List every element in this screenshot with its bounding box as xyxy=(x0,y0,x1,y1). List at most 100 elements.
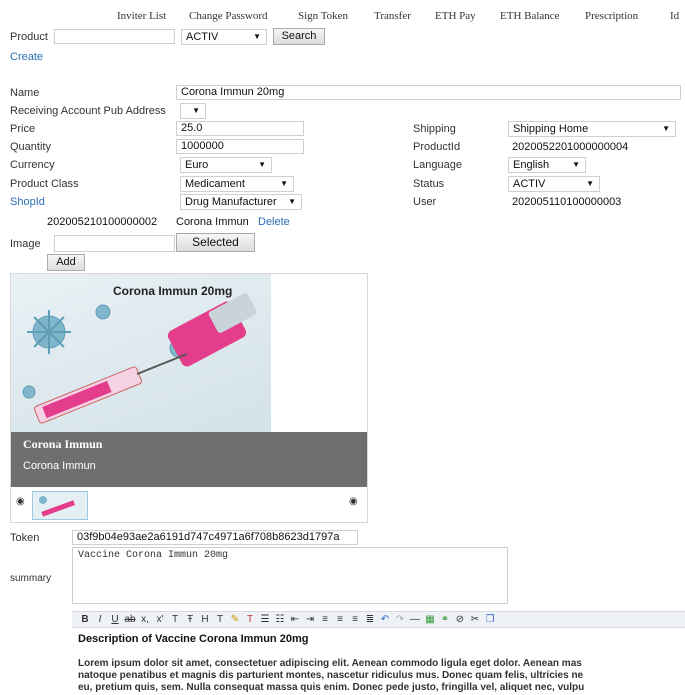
chevron-down-icon: ▼ xyxy=(253,32,261,41)
align-left-icon[interactable]: ≡ xyxy=(318,612,332,627)
caption-title: Corona Immun xyxy=(23,437,103,451)
summary-textarea[interactable]: Vaccine Corona Immun 20mg xyxy=(72,547,508,604)
image-label: Image xyxy=(10,238,41,250)
nav-sign-token[interactable]: Sign Token xyxy=(298,10,348,22)
product-search-label: Product xyxy=(10,31,48,43)
chevron-down-icon: ▼ xyxy=(258,160,266,169)
receiving-address-select[interactable]: ▼ xyxy=(180,103,206,119)
language-label: Language xyxy=(413,159,462,171)
currency-select[interactable]: Euro ▼ xyxy=(180,157,272,173)
nav-eth-pay[interactable]: ETH Pay xyxy=(435,10,476,22)
editor-toolbar: B I Uab x, x' T Ŧ H T ✎ T ☰ ☷ ⇤ ⇥ ≡ ≡ ≡ ≣ ↶ ↷ — ▦ ⚭ ⊘ ✂ ❐ xyxy=(72,611,685,628)
font-family-icon[interactable]: Ŧ xyxy=(183,612,197,627)
user-label: User xyxy=(413,196,437,208)
productid-value: 2020052201000000004 xyxy=(512,141,629,153)
shipping-value: Shipping Home xyxy=(513,123,589,135)
table-icon[interactable]: ▦ xyxy=(423,612,437,627)
chevron-down-icon: ▼ xyxy=(572,160,580,169)
product-image-title: Corona Immun 20mg xyxy=(113,284,233,298)
image-slider: Corona Immun 20mg Corona Immun Corona Im… xyxy=(10,273,368,523)
unlink-icon[interactable]: ⊘ xyxy=(453,612,467,627)
product-search-input[interactable] xyxy=(54,29,175,44)
status-select[interactable]: ACTIV ▼ xyxy=(508,176,600,192)
bullet-list-icon[interactable]: ☰ xyxy=(258,612,272,627)
shopid-link[interactable]: ShopId xyxy=(10,196,45,208)
nav-change-password[interactable]: Change Password xyxy=(189,10,268,22)
superscript-icon[interactable]: x' xyxy=(153,612,167,627)
outdent-icon[interactable]: ⇤ xyxy=(288,612,302,627)
horizontal-rule-icon[interactable]: — xyxy=(408,612,422,627)
product-class-value: Medicament xyxy=(185,178,245,190)
subscript-icon[interactable]: x, xyxy=(138,612,152,627)
quantity-input[interactable]: 1000000 xyxy=(176,139,304,154)
product-class-select[interactable]: Medicament ▼ xyxy=(180,176,294,192)
price-input[interactable]: 25.0 xyxy=(176,121,304,136)
italic-icon[interactable]: I xyxy=(93,612,107,627)
currency-value: Euro xyxy=(185,159,209,171)
language-value: English xyxy=(513,159,550,171)
chevron-down-icon: ▼ xyxy=(192,106,200,115)
align-right-icon[interactable]: ≡ xyxy=(348,612,362,627)
strikethrough-icon[interactable]: ab xyxy=(123,612,137,627)
nav-transfer[interactable]: Transfer xyxy=(374,10,411,22)
align-center-icon[interactable]: ≡ xyxy=(333,612,347,627)
heading-icon[interactable]: H xyxy=(198,612,212,627)
slide-caption: Corona Immun Corona Immun xyxy=(11,432,367,487)
redo-icon[interactable]: ↷ xyxy=(393,612,407,627)
editor-paragraph-line-1: Lorem ipsum dolor sit amet, consectetuer… xyxy=(78,658,582,669)
editor-heading: Description of Vaccine Corona Immun 20mg xyxy=(78,633,309,645)
nav-id[interactable]: Id xyxy=(670,10,679,22)
shop-select[interactable]: Drug Manufacturer ▼ xyxy=(180,194,302,210)
shop-value: Drug Manufacturer xyxy=(185,196,277,208)
status-value: ACTIV xyxy=(513,178,546,190)
shipping-label: Shipping xyxy=(413,123,456,135)
next-slide-icon[interactable]: ◉ xyxy=(349,496,358,507)
cut-icon[interactable]: ✂ xyxy=(468,612,482,627)
token-input[interactable]: 03f9b04e93ae2a6191d747c4971a6f708b8623d1… xyxy=(72,530,358,545)
status-filter-select[interactable]: ACTIV ▼ xyxy=(181,29,267,45)
chevron-down-icon: ▼ xyxy=(586,179,594,188)
highlight-icon[interactable]: ✎ xyxy=(228,612,242,627)
editor-paragraph-line-2: natoque penatibus et magnis dis parturie… xyxy=(78,670,584,681)
price-label: Price xyxy=(10,123,36,135)
image-file-input[interactable] xyxy=(54,235,175,252)
bold-icon[interactable]: B xyxy=(78,612,92,627)
prev-slide-icon[interactable]: ◉ xyxy=(16,496,25,507)
link-icon[interactable]: ⚭ xyxy=(438,612,452,627)
nav-inviter-list[interactable]: Inviter List xyxy=(117,10,166,22)
undo-icon[interactable]: ↶ xyxy=(378,612,392,627)
chevron-down-icon: ▼ xyxy=(662,124,670,133)
image-id: 202005210100000002 xyxy=(47,216,158,228)
font-size-icon[interactable]: T xyxy=(168,612,182,627)
summary-label: summary xyxy=(10,573,52,584)
indent-icon[interactable]: ⇥ xyxy=(303,612,317,627)
quantity-label: Quantity xyxy=(10,141,51,153)
editor-content[interactable]: Description of Vaccine Corona Immun 20mg… xyxy=(72,628,685,695)
underline-icon[interactable]: U xyxy=(108,612,122,627)
name-input[interactable]: Corona Immun 20mg xyxy=(176,85,681,100)
clear-format-icon[interactable]: T xyxy=(243,612,257,627)
create-link[interactable]: Create xyxy=(10,51,43,63)
nav-eth-balance[interactable]: ETH Balance xyxy=(500,10,560,22)
nav-prescription[interactable]: Prescription xyxy=(585,10,638,22)
productid-label: ProductId xyxy=(413,141,461,153)
chevron-down-icon: ▼ xyxy=(288,197,296,206)
token-label: Token xyxy=(10,532,40,544)
slide-thumbnail[interactable] xyxy=(32,491,88,520)
shipping-select[interactable]: Shipping Home ▼ xyxy=(508,121,676,137)
add-image-button[interactable]: Add xyxy=(47,254,85,271)
copy-icon[interactable]: ❐ xyxy=(483,612,497,627)
search-button[interactable]: Search xyxy=(273,28,325,45)
caption-text: Corona Immun xyxy=(23,460,96,472)
status-filter-value: ACTIV xyxy=(186,31,219,43)
image-name: Corona Immun xyxy=(176,216,249,228)
justify-icon[interactable]: ≣ xyxy=(363,612,377,627)
numbered-list-icon[interactable]: ☷ xyxy=(273,612,287,627)
language-select[interactable]: English ▼ xyxy=(508,157,586,173)
user-value: 202005110100000003 xyxy=(512,196,622,208)
receiving-address-label: Receiving Account Pub Address xyxy=(10,105,166,117)
text-color-icon[interactable]: T xyxy=(213,612,227,627)
name-label: Name xyxy=(10,87,40,99)
selected-button[interactable]: Selected xyxy=(176,233,255,252)
delete-image-link[interactable]: Delete xyxy=(258,216,290,228)
